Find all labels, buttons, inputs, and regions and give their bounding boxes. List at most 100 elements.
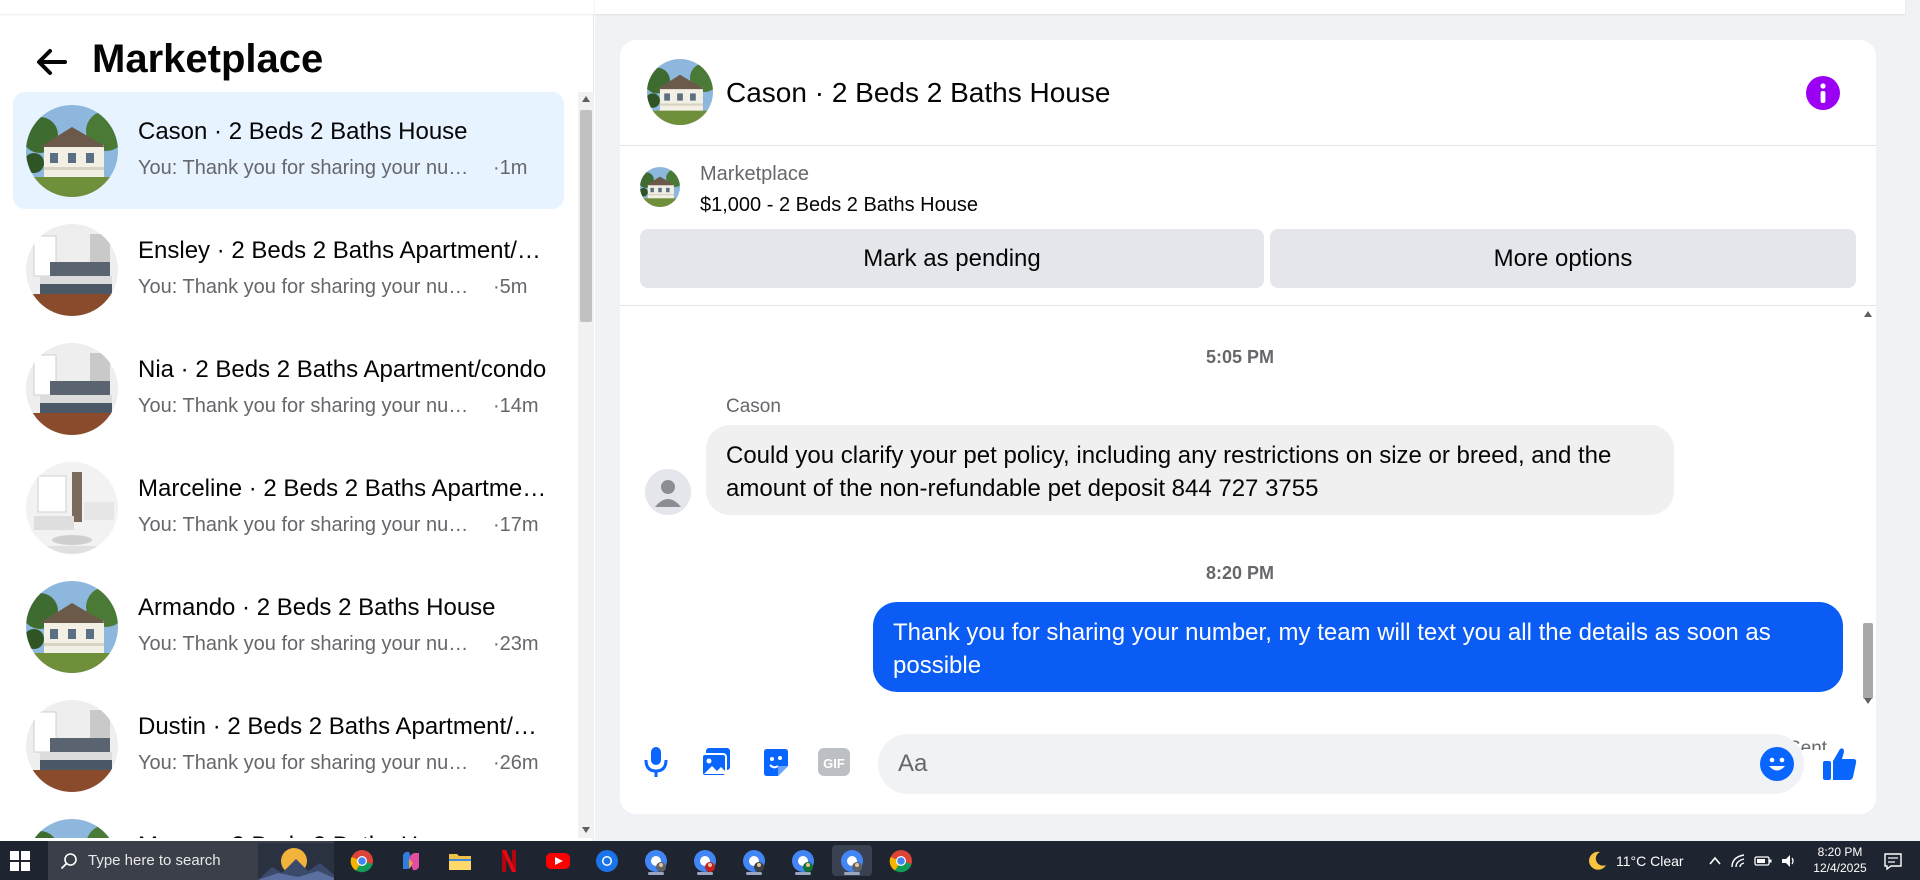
conversation-item[interactable]: Marceline · 2 Beds 2 Baths Apartment/con…: [13, 449, 564, 566]
photo-gallery-icon: [701, 748, 730, 777]
conversation-title: Nia · 2 Beds 2 Baths Apartment/condo: [138, 356, 547, 383]
conversation-preview: You: Thank you for sharing your number, …: [138, 395, 473, 417]
listing-price-title[interactable]: $1,000 - 2 Beds 2 Baths House: [700, 193, 978, 217]
chat-window: Cason · 2 Beds 2 Baths House Marketplace…: [620, 40, 1876, 814]
scroll-up-arrow-icon[interactable]: [582, 96, 590, 102]
chrome-profile-icon: [694, 849, 716, 872]
chat-avatar[interactable]: [647, 59, 713, 125]
scroll-down-arrow-icon[interactable]: [1864, 698, 1872, 704]
youtube-icon: [546, 852, 570, 869]
taskbar-search-box[interactable]: Type here to search: [48, 841, 334, 880]
chat-title[interactable]: Cason · 2 Beds 2 Baths House: [726, 76, 1110, 110]
avatar[interactable]: [645, 469, 691, 515]
taskbar-chrome-profile[interactable]: [783, 845, 823, 876]
message-composer: GIF: [620, 730, 1876, 814]
taskbar-chrome-profile[interactable]: [636, 845, 676, 876]
emoji-button[interactable]: [1760, 747, 1794, 781]
conversation-item[interactable]: Ensley · 2 Beds 2 Baths Apartment/condo …: [13, 211, 564, 328]
volume-icon[interactable]: [1780, 853, 1798, 869]
listing-thumbnail[interactable]: [640, 167, 680, 207]
conversation-sidebar: Marketplace Cason · 2 Beds 2 Baths House…: [0, 0, 594, 841]
windows-logo-icon: [10, 851, 30, 871]
conversation-title: Cason · 2 Beds 2 Baths House: [138, 118, 468, 145]
incoming-message-bubble[interactable]: Could you clarify your pet policy, inclu…: [706, 425, 1674, 515]
conversation-preview: You: Thank you for sharing your number, …: [138, 157, 473, 179]
notification-center-button[interactable]: [1880, 849, 1906, 873]
top-strip: [595, 0, 1905, 14]
start-button[interactable]: [8, 849, 38, 873]
chrome-icon: [889, 849, 912, 872]
listing-thumbnail: [26, 581, 118, 673]
running-indicator: [648, 872, 664, 875]
sticker-button[interactable]: [756, 742, 796, 782]
smiley-icon: [1769, 757, 1785, 771]
listing-label: Marketplace: [700, 163, 809, 185]
gif-icon: GIF: [818, 748, 850, 776]
running-indicator: [844, 872, 860, 875]
info-icon: [1820, 83, 1826, 103]
default-user-icon: [655, 480, 681, 507]
taskbar-chrome-profile[interactable]: [685, 845, 725, 876]
taskbar-chrome[interactable]: [881, 845, 921, 876]
netflix-icon: [502, 849, 516, 872]
conversation-item[interactable]: Nia · 2 Beds 2 Baths Apartment/condo You…: [13, 330, 564, 447]
scroll-up-arrow-icon[interactable]: [1864, 311, 1872, 317]
taskbar-chrome-profile[interactable]: [587, 845, 627, 876]
network-icon[interactable]: [1730, 853, 1746, 869]
conversation-item[interactable]: Armando · 2 Beds 2 Baths House You: Than…: [13, 568, 564, 685]
running-indicator: [746, 872, 762, 875]
clock-date: 12/4/2025: [1813, 861, 1867, 875]
taskbar-chrome-profile-active[interactable]: [832, 845, 872, 876]
listing-thumbnail: [26, 105, 118, 197]
chat-scrollbar[interactable]: [1860, 307, 1876, 712]
search-highlight-illustration-icon: [258, 843, 334, 880]
clock-time: 8:20 PM: [1817, 845, 1863, 859]
conversation-item[interactable]: Maeve · 2 Beds 2 Baths House: [13, 806, 564, 838]
conversation-item[interactable]: Cason · 2 Beds 2 Baths House You: Thank …: [13, 92, 564, 209]
outgoing-message-bubble[interactable]: Thank you for sharing your number, my te…: [873, 602, 1843, 692]
taskbar-chrome-profile[interactable]: [734, 845, 774, 876]
system-tray: [1708, 849, 1798, 873]
conversation-title: Dustin · 2 Beds 2 Baths Apartment/condo: [138, 713, 548, 740]
taskbar-clock[interactable]: 8:20 PM 12/4/2025: [1800, 844, 1880, 876]
sidebar-scrollbar[interactable]: [578, 92, 594, 838]
arrow-left-icon: [37, 49, 67, 75]
conversation-time: ·17m: [493, 514, 539, 536]
message-input[interactable]: [898, 734, 1718, 794]
chrome-profile-icon: [792, 849, 814, 872]
conversation-item[interactable]: Dustin · 2 Beds 2 Baths Apartment/condo …: [13, 687, 564, 804]
scrollbar-thumb[interactable]: [580, 110, 592, 322]
taskbar-youtube[interactable]: [538, 845, 578, 876]
scrollbar-thumb[interactable]: [1863, 623, 1873, 699]
more-options-button[interactable]: More options: [1270, 229, 1856, 288]
copilot-icon: [403, 851, 419, 870]
file-explorer-icon: [449, 853, 471, 870]
weather-widget[interactable]: 11°C Clear: [1586, 849, 1684, 873]
thumbs-up-icon: [1823, 748, 1857, 780]
top-strip: [0, 0, 594, 14]
page-title: Marketplace: [92, 37, 324, 81]
chrome-profile-icon: [596, 849, 618, 872]
search-icon: [60, 853, 77, 870]
like-button[interactable]: [1820, 744, 1860, 784]
taskbar-netflix[interactable]: [489, 845, 529, 876]
gif-button[interactable]: GIF: [814, 742, 854, 782]
conversation-list: Cason · 2 Beds 2 Baths House You: Thank …: [0, 92, 578, 838]
message-timestamp: 8:20 PM: [1205, 563, 1275, 583]
mark-as-pending-button[interactable]: Mark as pending: [640, 229, 1264, 288]
voice-clip-button[interactable]: [636, 742, 676, 782]
scroll-down-arrow-icon[interactable]: [582, 827, 590, 833]
conversation-preview: You: Thank you for sharing your number, …: [138, 514, 473, 536]
conversation-time: ·1m: [493, 157, 528, 179]
battery-icon[interactable]: [1754, 855, 1772, 867]
conversation-time: ·5m: [493, 276, 528, 298]
taskbar-file-explorer[interactable]: [440, 845, 480, 876]
back-arrow-button[interactable]: [30, 40, 74, 84]
taskbar-chrome[interactable]: [342, 845, 382, 876]
windows-taskbar: Type here to search 11°C Clear 8:20 PM 1…: [0, 841, 1920, 880]
attach-image-button[interactable]: [696, 742, 736, 782]
taskbar-copilot[interactable]: [391, 845, 431, 876]
info-button[interactable]: [1806, 76, 1840, 110]
conversation-time: ·23m: [493, 633, 539, 655]
chevron-up-icon[interactable]: [1708, 854, 1722, 868]
